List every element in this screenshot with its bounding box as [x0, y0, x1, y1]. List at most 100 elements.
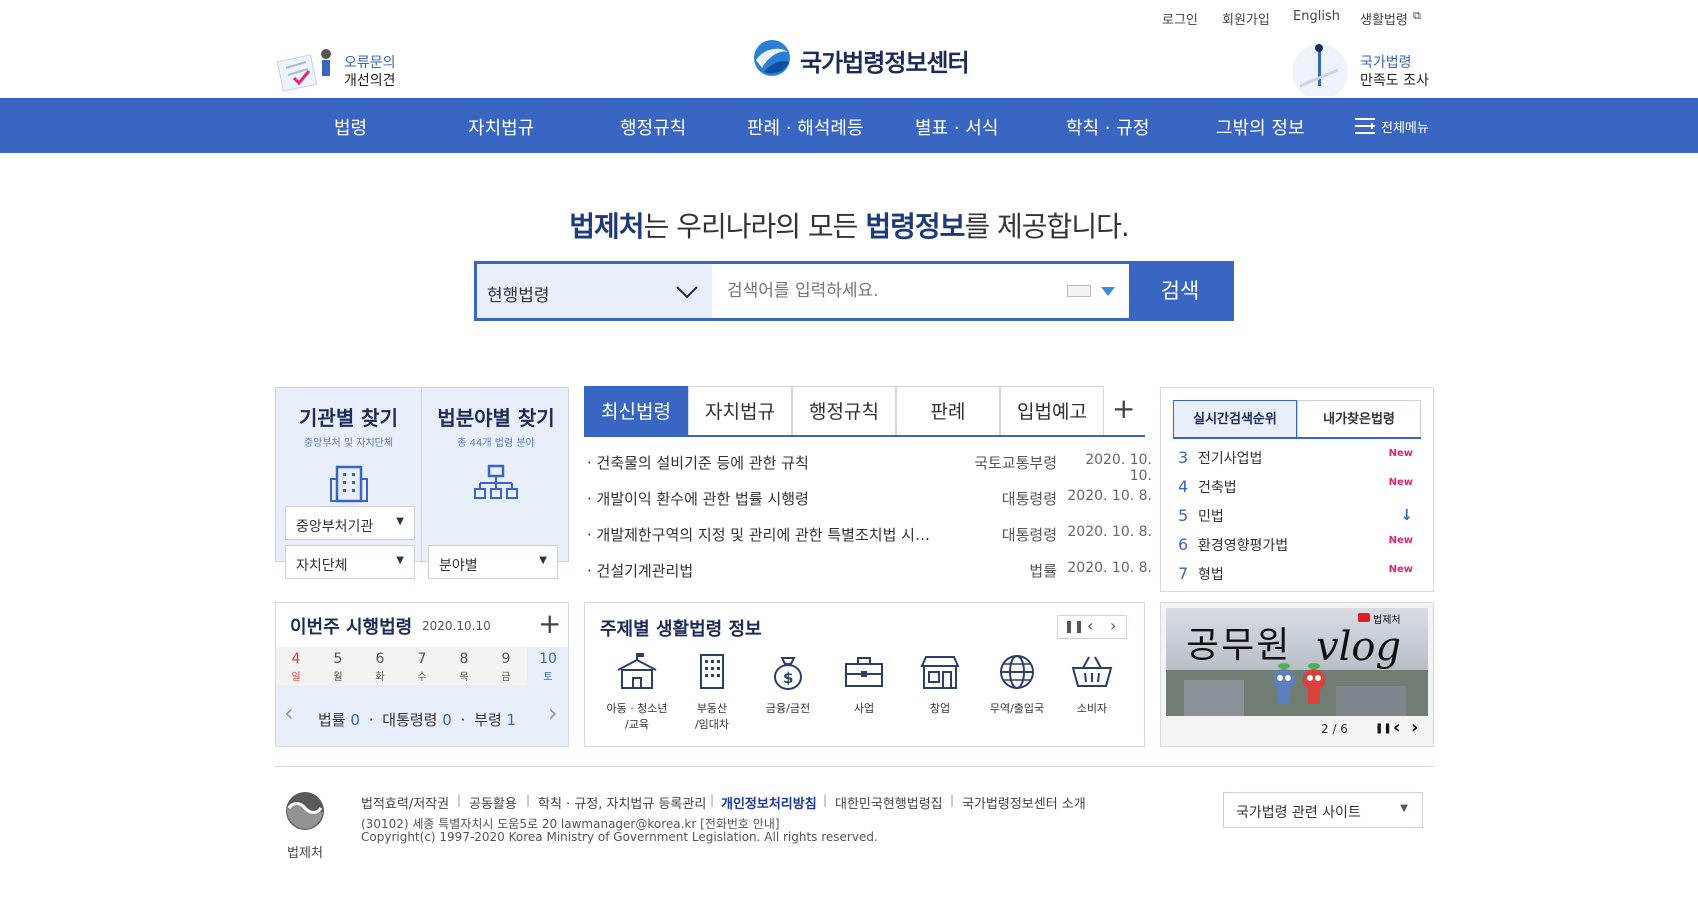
logo-icon[interactable] — [752, 38, 792, 78]
footer-logo: 법제처 — [280, 790, 330, 861]
weekly-next-icon[interactable]: › — [548, 699, 558, 727]
all-menu-button[interactable]: 전체메뉴 — [1355, 116, 1435, 138]
prev-icon[interactable]: ‹ — [1087, 616, 1093, 635]
topic-label-line1: 금융/금전 — [765, 702, 811, 715]
local-gov-value: 자치단체 — [296, 558, 348, 574]
nav-item-law[interactable]: 법령 — [334, 114, 367, 140]
footer-org-name: 법제처 — [287, 846, 323, 861]
topic-real-estate[interactable]: 부동산 /임대차 — [677, 652, 747, 732]
more-news-button[interactable]: + — [1112, 394, 1135, 424]
ministry-label[interactable]: 부령 — [474, 711, 502, 729]
topic-startup[interactable]: 창업 — [905, 652, 975, 716]
weekly-more-button[interactable]: + — [538, 609, 561, 639]
calendar-day[interactable]: 7수 — [404, 651, 440, 683]
nav-item-forms[interactable]: 별표 · 서식 — [915, 114, 998, 140]
nav-item-admin-rule[interactable]: 행정규칙 — [620, 114, 686, 140]
rank-label[interactable]: 환경영향평가법 — [1198, 535, 1288, 555]
rank-row[interactable]: 3 전기사업법 New — [1178, 448, 1418, 470]
nav-item-other[interactable]: 그밖의 정보 — [1216, 114, 1305, 140]
nav-item-school-rules[interactable]: 학칙 · 규정 — [1066, 114, 1149, 140]
rank-row[interactable]: 5 민법 ↓ — [1178, 506, 1418, 528]
footer-link-copyright[interactable]: 법적효력/저작권 — [361, 793, 449, 812]
decree-label[interactable]: 대통령령 — [382, 711, 437, 729]
field-title[interactable]: 법분야별 찾기 — [422, 402, 570, 431]
law-count[interactable]: 0 — [350, 711, 360, 729]
rank-label[interactable]: 민법 — [1198, 506, 1224, 526]
vlog-pause-icon[interactable]: ❚❚ — [1375, 723, 1392, 734]
rank-number: 7 — [1178, 564, 1189, 583]
search-scope-value: 현행법령 — [487, 286, 550, 306]
footer-link-registration[interactable]: 학칙 · 규정, 자치법규 등록관리 — [538, 793, 706, 812]
footer-link-sharing[interactable]: 공동활용 — [469, 793, 517, 812]
site-title[interactable]: 국가법령정보센터 — [800, 43, 970, 78]
weekly-prev-icon[interactable]: ‹ — [284, 699, 294, 727]
field-value: 분야별 — [439, 558, 478, 574]
topic-trade[interactable]: 무역/출입국 — [982, 652, 1052, 716]
topic-education[interactable]: 아동 · 청소년 /교육 — [602, 652, 672, 732]
tab-admin-rule[interactable]: 행정규칙 — [792, 386, 896, 436]
calendar-day[interactable]: 8목 — [446, 651, 482, 683]
calendar-day-today[interactable]: 10 토 — [530, 651, 566, 683]
pause-icon[interactable]: ❚❚ — [1064, 619, 1084, 633]
ministry-count[interactable]: 1 — [507, 711, 517, 729]
dropdown-triangle-icon[interactable] — [1101, 287, 1115, 297]
calendar-day[interactable]: 4일 — [278, 651, 314, 683]
news-title[interactable]: · 개발제한구역의 지정 및 관리에 관한 특별조치법 시… — [587, 524, 947, 545]
news-row[interactable]: · 건축물의 설비기준 등에 관한 규칙 국토교통부령 2020. 10. 10… — [587, 452, 1152, 484]
login-link[interactable]: 로그인 — [1162, 9, 1198, 28]
rank-row[interactable]: 6 환경영향평가법 New — [1178, 535, 1418, 557]
rank-number: 3 — [1178, 448, 1189, 467]
related-sites-select[interactable]: 국가법령 관련 사이트 ▼ — [1223, 792, 1423, 828]
rank-label[interactable]: 건축법 — [1198, 477, 1237, 497]
footer-link-privacy[interactable]: 개인정보처리방침 — [721, 793, 817, 812]
topic-finance[interactable]: $ 금융/금전 — [753, 652, 823, 716]
search-button[interactable]: 검색 — [1129, 264, 1231, 318]
nav-item-precedent[interactable]: 판례 · 해석례등 — [747, 114, 864, 140]
tab-precedent[interactable]: 판례 — [896, 386, 1000, 436]
tab-legislative-notice[interactable]: 입법예고 — [1000, 386, 1104, 436]
day-weekday: 목 — [459, 672, 469, 683]
vlog-prev-icon[interactable]: ‹ — [1393, 717, 1400, 738]
tab-latest-law[interactable]: 최신법령 — [584, 386, 688, 436]
rank-status-badge: New — [1388, 477, 1413, 488]
calendar-day[interactable]: 6화 — [362, 651, 398, 683]
feedback-banner[interactable]: 오류문의 개선의견 — [276, 44, 416, 96]
rank-row[interactable]: 4 건축법 New — [1178, 477, 1418, 499]
news-title[interactable]: · 건축물의 설비기준 등에 관한 규칙 — [587, 452, 947, 473]
news-row[interactable]: · 건설기계관리법 법률 2020. 10. 8. — [587, 560, 1152, 582]
tab-realtime-rank[interactable]: 실시간검색순위 — [1173, 400, 1297, 438]
search-scope-select[interactable]: 현행법령 — [477, 264, 712, 318]
life-law-link[interactable]: 생활법령 — [1360, 9, 1408, 28]
join-link[interactable]: 회원가입 — [1222, 9, 1270, 28]
topic-business[interactable]: 사업 — [829, 652, 899, 716]
vlog-next-icon[interactable]: › — [1411, 717, 1418, 738]
rank-label[interactable]: 전기사업법 — [1198, 448, 1262, 468]
vlog-banner[interactable]: 공무원 vlog 법제처 — [1166, 608, 1428, 716]
news-title[interactable]: · 개발이익 환수에 관한 법률 시행령 — [587, 488, 947, 509]
news-row[interactable]: · 개발제한구역의 지정 및 관리에 관한 특별조치법 시… 대통령령 2020… — [587, 524, 1152, 546]
central-agency-select[interactable]: 중앙부처기관 ▼ — [285, 506, 415, 540]
footer-link-statutes[interactable]: 대한민국현행법령집 — [835, 793, 943, 812]
tab-local-law[interactable]: 자치법규 — [688, 386, 792, 436]
keyboard-icon[interactable] — [1067, 285, 1091, 297]
calendar-day[interactable]: 5월 — [320, 651, 356, 683]
survey-banner[interactable]: 국가법령 만족도 조사 — [1280, 40, 1440, 98]
rank-label[interactable]: 형법 — [1198, 564, 1224, 584]
topic-consumer[interactable]: 소비자 — [1057, 652, 1127, 716]
footer-link-about[interactable]: 국가법령정보센터 소개 — [962, 793, 1086, 812]
decree-count[interactable]: 0 — [442, 711, 452, 729]
rank-row[interactable]: 7 형법 New — [1178, 564, 1418, 586]
nav-item-local-law[interactable]: 자치법규 — [468, 114, 534, 140]
next-icon[interactable]: › — [1110, 616, 1116, 635]
all-menu-label: 전체메뉴 — [1381, 121, 1429, 136]
field-subtitle: 총 44개 법령 분야 — [457, 438, 535, 449]
field-select[interactable]: 분야별 ▼ — [428, 545, 558, 579]
news-title[interactable]: · 건설기계관리법 — [587, 560, 947, 581]
law-label[interactable]: 법률 — [318, 711, 346, 729]
calendar-day[interactable]: 9금 — [488, 651, 524, 683]
local-gov-select[interactable]: 자치단체 ▼ — [285, 545, 415, 579]
news-row[interactable]: · 개발이익 환수에 관한 법률 시행령 대통령령 2020. 10. 8. — [587, 488, 1152, 510]
english-link[interactable]: English — [1293, 9, 1340, 24]
tab-my-laws[interactable]: 내가찾은법령 — [1297, 400, 1421, 438]
agency-title[interactable]: 기관별 찾기 — [276, 402, 421, 431]
